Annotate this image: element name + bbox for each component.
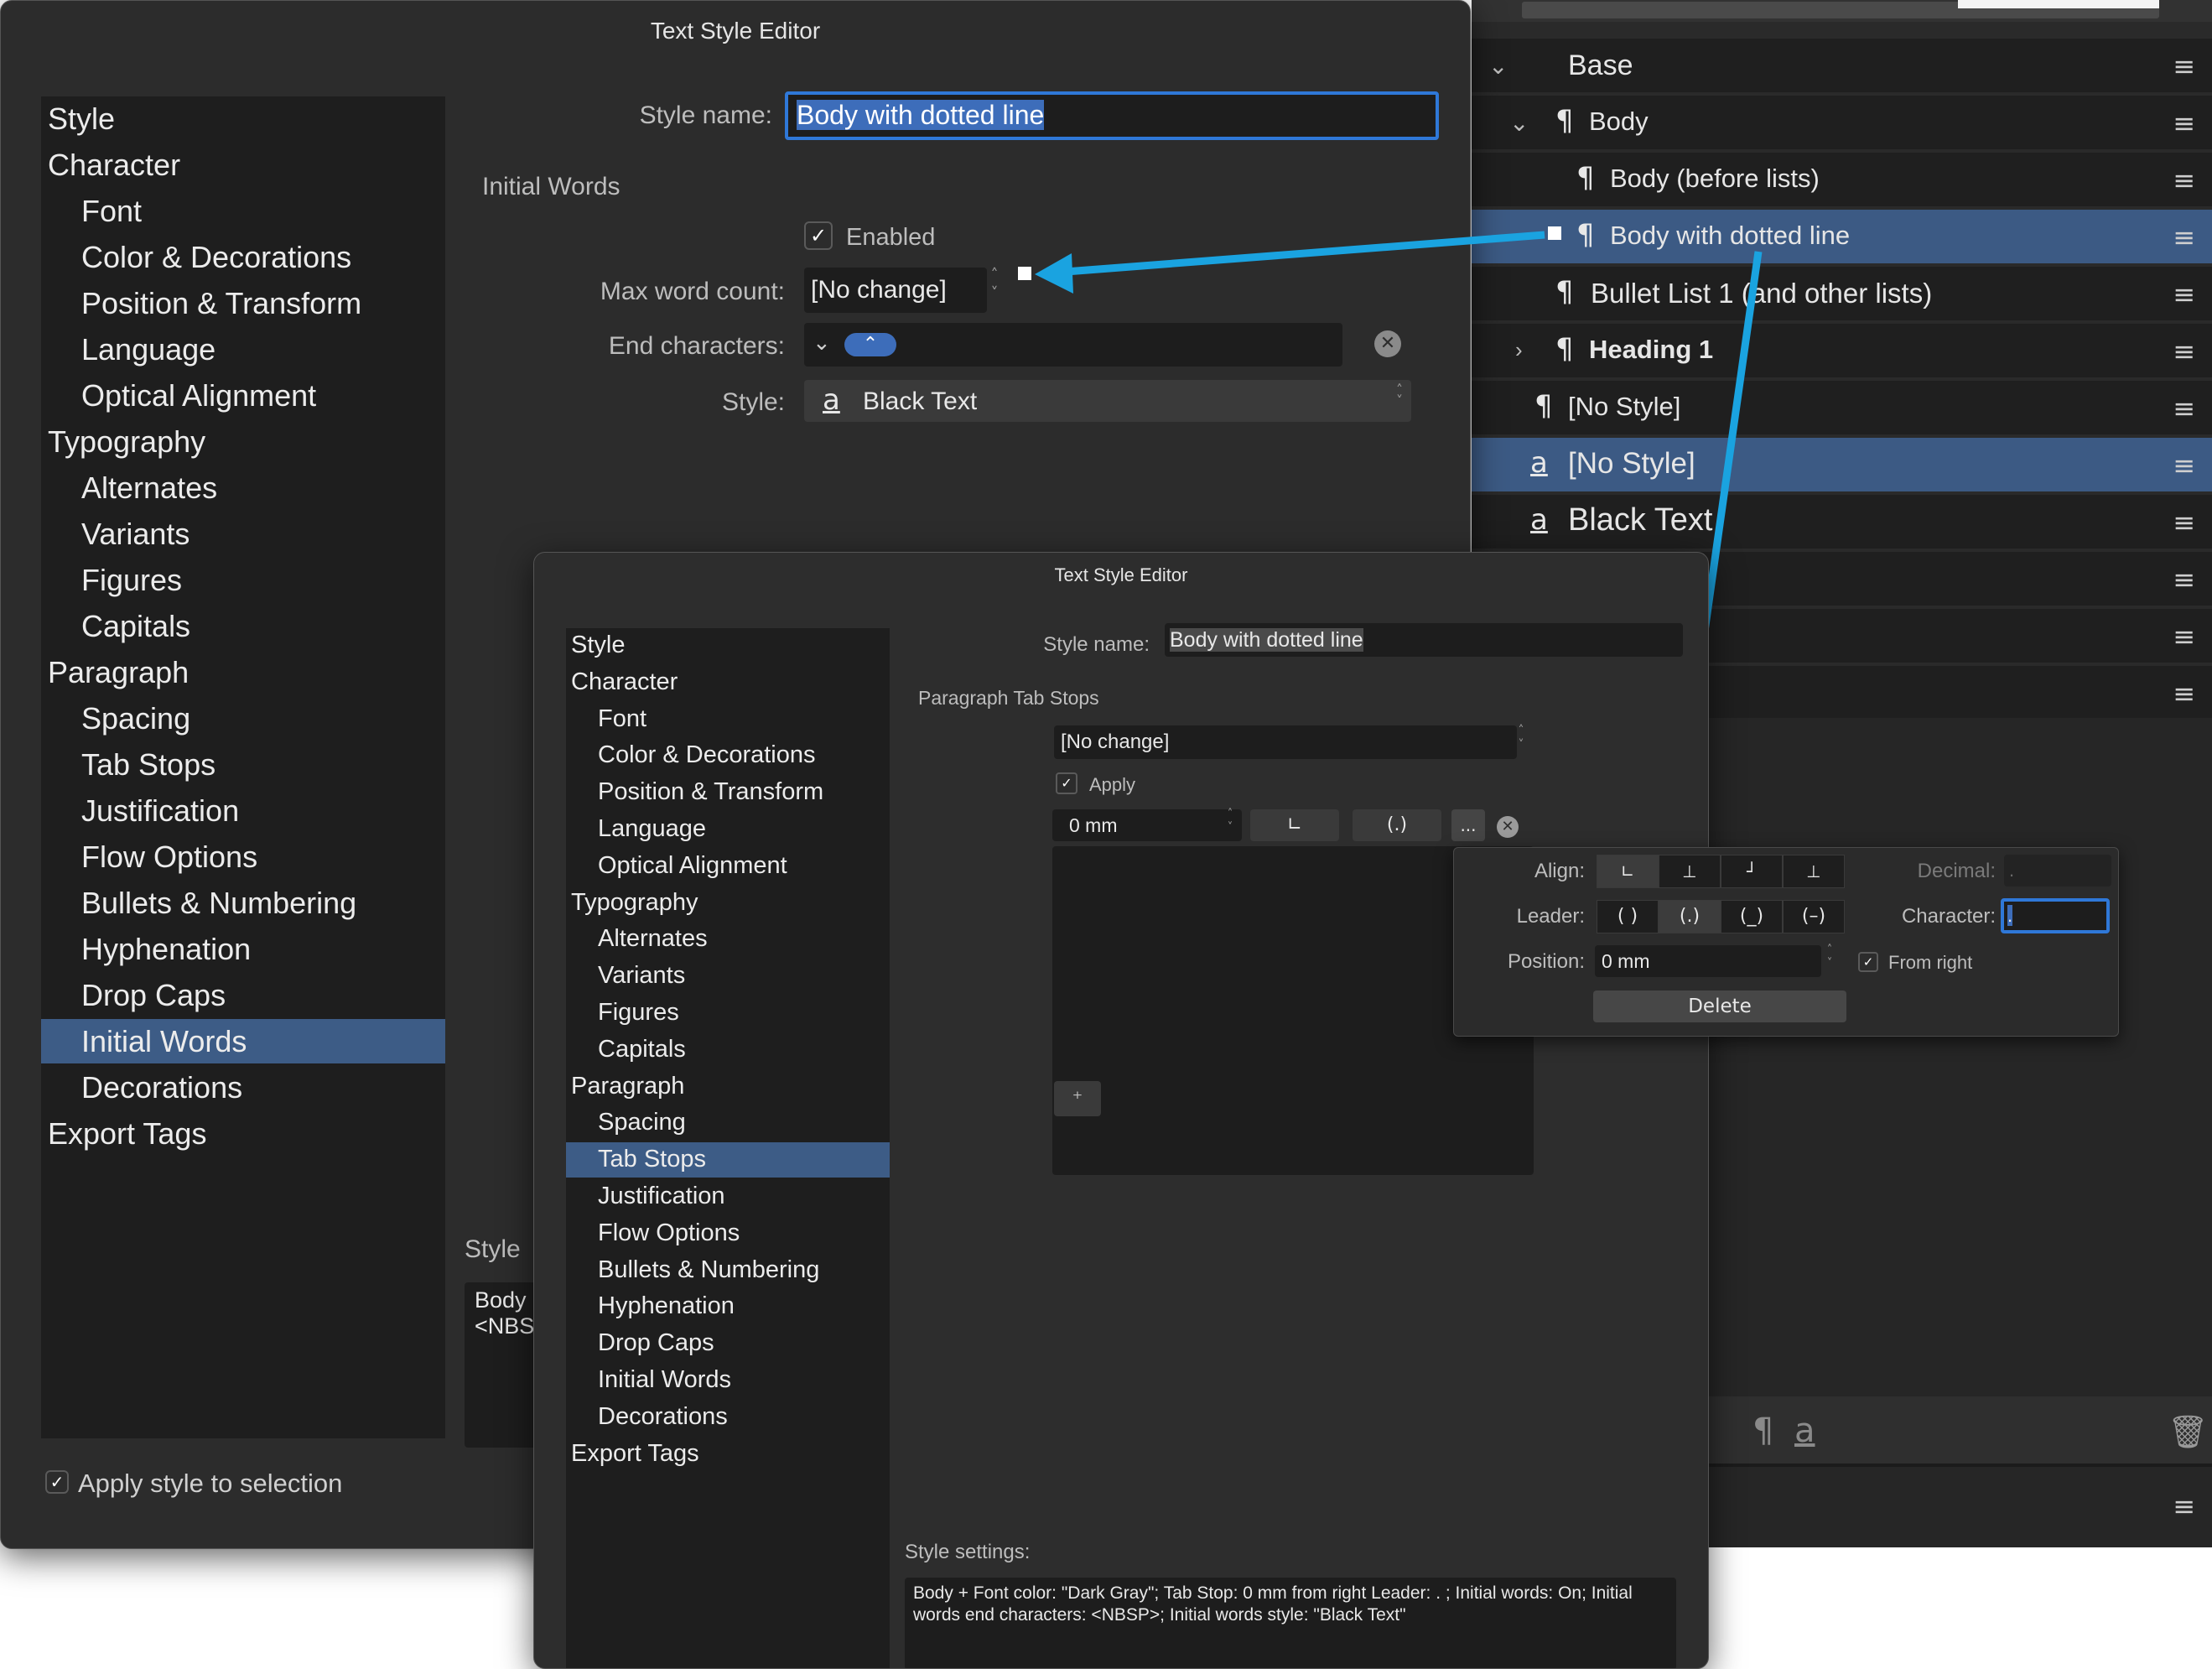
- tree-item-color-decorations[interactable]: Color & Decorations: [566, 738, 890, 774]
- align-left-button[interactable]: ∟: [1597, 855, 1659, 888]
- tab-position-field[interactable]: 0 mm: [1052, 809, 1242, 841]
- text-style-editor-front: Text Style Editor Style Character Font Colo…: [533, 552, 1709, 1669]
- apply-checkbox[interactable]: ✓: [1056, 772, 1077, 794]
- tree-item-optical-alignment[interactable]: Optical Alignment: [566, 848, 890, 884]
- tree-item-export-tags[interactable]: Export Tags: [566, 1436, 890, 1472]
- style-name-field[interactable]: Body with dotted line: [1165, 623, 1683, 657]
- tree-item-tab-stops[interactable]: Tab Stops: [566, 1142, 890, 1178]
- tab-position-stepper[interactable]: ˄ ˅: [1223, 809, 1237, 833]
- align-label: Align:: [1534, 860, 1585, 882]
- category-tree: Style Character Font Color & Decorations Pos…: [566, 628, 890, 1668]
- leader-none-button[interactable]: ( ): [1597, 900, 1659, 933]
- tree-item-font[interactable]: Font: [566, 701, 890, 737]
- tree-item-flow-options[interactable]: Flow Options: [566, 1215, 890, 1251]
- tree-item-hyphenation[interactable]: Hyphenation: [566, 1289, 890, 1325]
- leader-underline-button[interactable]: (_): [1721, 900, 1783, 933]
- tree-item-decorations[interactable]: Decorations: [566, 1399, 890, 1435]
- style-name-text: Body with dotted line: [1170, 628, 1363, 652]
- character-field-text: .: [2007, 905, 2013, 926]
- decimal-label: Decimal:: [1917, 860, 1996, 882]
- tree-item-spacing[interactable]: Spacing: [566, 1105, 890, 1141]
- tree-item-paragraph[interactable]: Paragraph: [566, 1068, 890, 1105]
- tree-item-justification[interactable]: Justification: [566, 1179, 890, 1214]
- leader-dots-button[interactable]: (.): [1659, 900, 1721, 933]
- tree-item-capitals[interactable]: Capitals: [566, 1032, 890, 1068]
- apply-label: Apply: [1089, 774, 1136, 795]
- style-name-label: Style name:: [1043, 633, 1150, 656]
- tab-align-dropdown[interactable]: ∟: [1250, 809, 1339, 841]
- tree-item-variants[interactable]: Variants: [566, 959, 890, 994]
- tree-item-position-transform[interactable]: Position & Transform: [566, 775, 890, 810]
- tree-item-typography[interactable]: Typography: [566, 885, 890, 921]
- delete-button[interactable]: Delete: [1593, 990, 1846, 1022]
- tab-stop-popover: Align: ∟ ⊥ ┘ ⊥ Decimal: . Leader: ( ) (.…: [1453, 847, 2119, 1037]
- annotation-dot: [1548, 226, 1561, 240]
- align-left-icon: ∟: [1286, 814, 1303, 835]
- tree-item-character[interactable]: Character: [566, 664, 890, 700]
- leader-dots-icon: (.): [1386, 814, 1408, 835]
- character-field[interactable]: .: [2001, 898, 2110, 933]
- remove-tab-icon[interactable]: ✕: [1497, 816, 1519, 838]
- from-right-checkbox[interactable]: ✓: [1858, 952, 1878, 972]
- annotation-dot: [1018, 267, 1031, 280]
- more-options-button[interactable]: ...: [1451, 809, 1485, 841]
- style-settings-label: Style settings:: [905, 1541, 1031, 1563]
- tree-item-initial-words[interactable]: Initial Words: [566, 1363, 890, 1398]
- annotation-arrow-line: [1054, 231, 1545, 277]
- dialog-title: Text Style Editor: [1054, 564, 1188, 585]
- leader-label: Leader:: [1516, 905, 1585, 928]
- align-center-button[interactable]: ⊥: [1659, 855, 1721, 888]
- style-settings-text: Body + Font color: "Dark Gray"; Tab Stop…: [905, 1578, 1676, 1668]
- tree-item-drop-caps[interactable]: Drop Caps: [566, 1326, 890, 1361]
- align-right-button[interactable]: ┘: [1721, 855, 1783, 888]
- tree-item-bullets-numbering[interactable]: Bullets & Numbering: [566, 1252, 890, 1288]
- tree-item-alternates[interactable]: Alternates: [566, 922, 890, 958]
- decimal-field[interactable]: .: [2004, 855, 2111, 886]
- default-field[interactable]: [No change]: [1054, 725, 1517, 759]
- default-stepper[interactable]: ˄ ˅: [1514, 725, 1529, 751]
- position-label: Position:: [1507, 950, 1585, 973]
- character-label: Character:: [1901, 905, 1996, 928]
- position-stepper[interactable]: ˄ ˅: [1823, 944, 1836, 969]
- tab-leader-dropdown[interactable]: (.): [1353, 809, 1441, 841]
- section-title: Paragraph Tab Stops: [918, 687, 1099, 709]
- leader-dash-button[interactable]: (–): [1783, 900, 1845, 933]
- tree-item-style[interactable]: Style: [566, 628, 890, 663]
- annotation-arrowhead: [1035, 253, 1073, 294]
- from-right-label: From right: [1888, 952, 1973, 973]
- add-tab-stop-icon[interactable]: ⁺: [1054, 1081, 1101, 1116]
- tree-item-figures[interactable]: Figures: [566, 996, 890, 1031]
- tree-item-language[interactable]: Language: [566, 812, 890, 847]
- align-decimal-button[interactable]: ⊥: [1783, 855, 1845, 888]
- position-field[interactable]: 0 mm: [1595, 945, 1821, 977]
